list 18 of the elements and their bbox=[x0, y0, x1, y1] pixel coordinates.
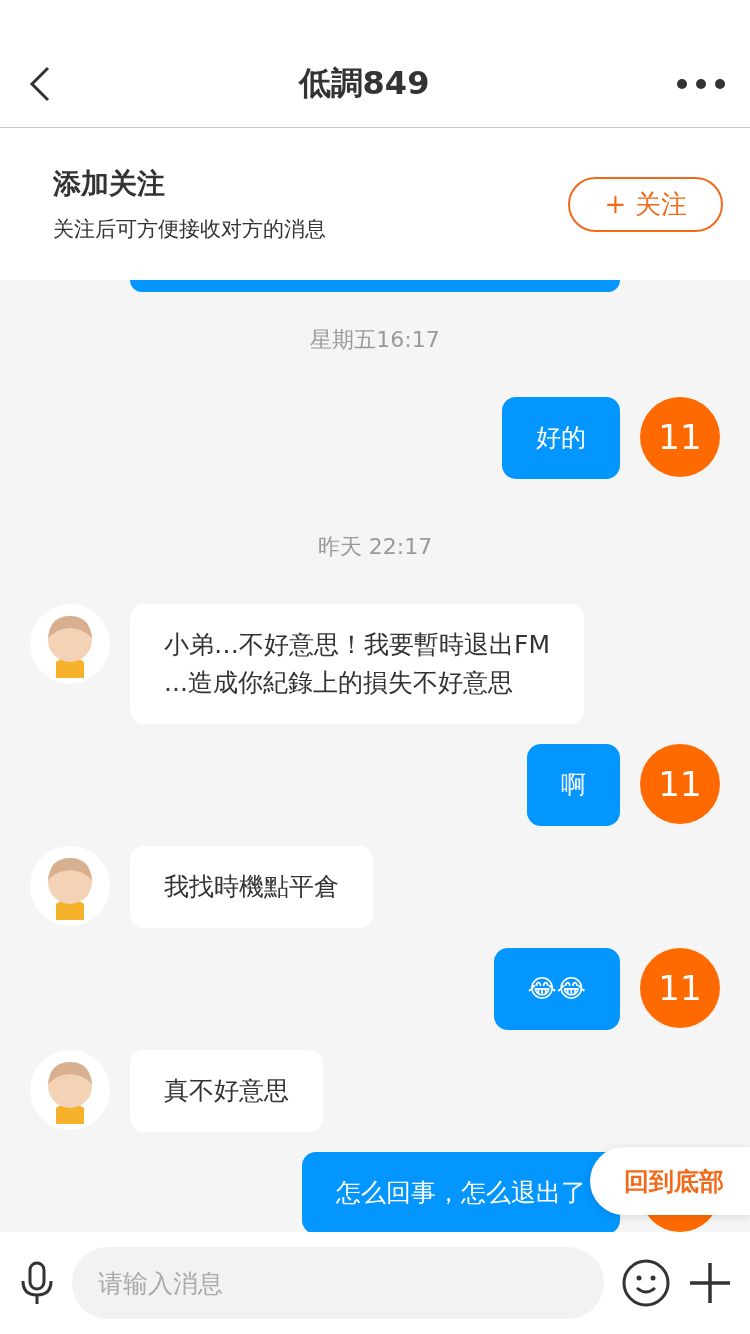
avatar: 11 bbox=[640, 744, 720, 824]
avatar: 11 bbox=[640, 397, 720, 477]
avatar: 11 bbox=[640, 948, 720, 1028]
message-bubble: 真不好意思 bbox=[130, 1050, 323, 1132]
follow-button[interactable]: + 关注 bbox=[568, 176, 723, 232]
banner-title: 添加关注 bbox=[53, 166, 166, 202]
scroll-to-bottom-button[interactable]: 回到底部 bbox=[590, 1147, 750, 1215]
message-bubble: 小弟…不好意思！我要暫時退出FM ...造成你紀錄上的損失不好意思 bbox=[130, 604, 584, 724]
message-bubble: 😂😂 bbox=[493, 948, 620, 1030]
timestamp: 昨天 22:17 bbox=[317, 533, 433, 561]
message-bubble: 怎么回事，怎么退出了 bbox=[302, 1152, 620, 1232]
banner-subtitle: 关注后可方便接收对方的消息 bbox=[53, 216, 326, 243]
message-bubble: 我找時機點平倉 bbox=[130, 846, 373, 928]
message-bubble: 啊 bbox=[527, 744, 620, 826]
message-bubble: 好的 bbox=[502, 397, 620, 479]
chat-title: 低調849 bbox=[298, 62, 430, 104]
timestamp: 星期五16:17 bbox=[310, 326, 440, 354]
message-input[interactable]: 请输入消息 bbox=[72, 1247, 604, 1319]
